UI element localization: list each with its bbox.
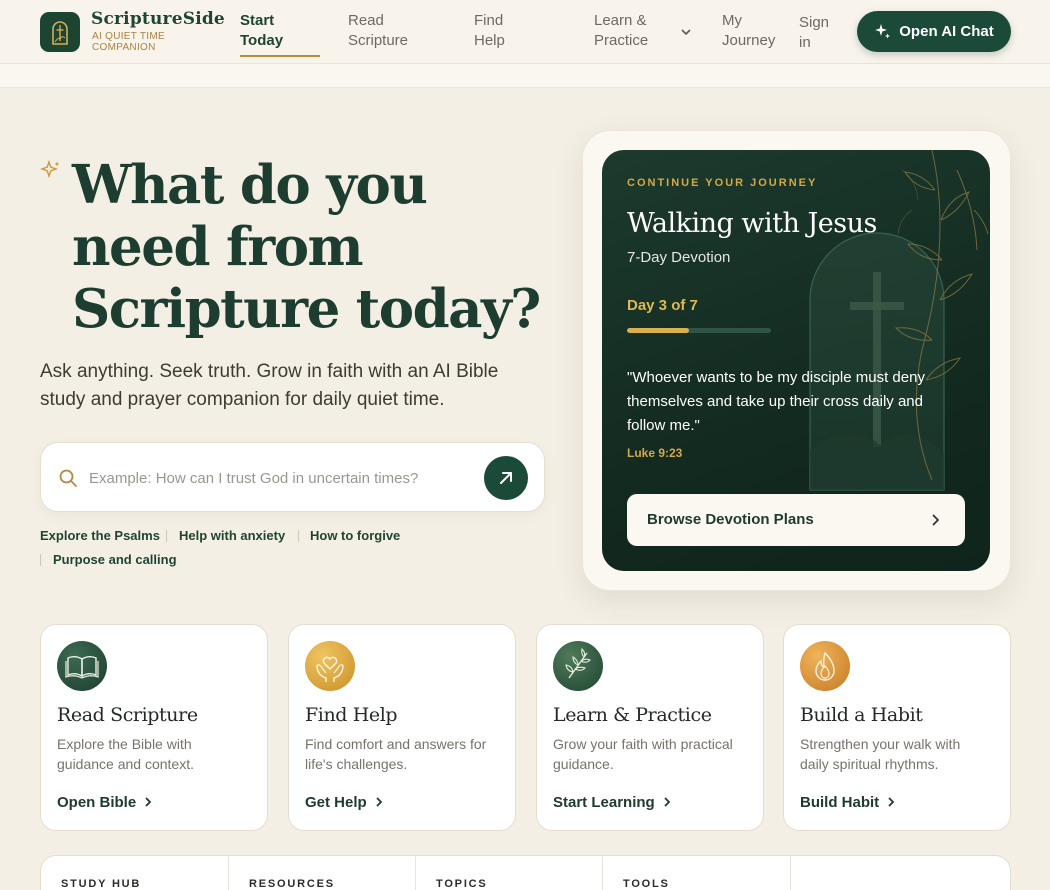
- open-bible-link[interactable]: Open Bible: [57, 794, 152, 811]
- feature-card-description: Grow your faith with practical guidance.: [553, 736, 733, 772]
- sub-navigation-strip: [0, 64, 1050, 88]
- footer-column-resources: RESOURCES: [229, 856, 416, 890]
- build-habit-label: Build Habit: [800, 794, 880, 811]
- feature-card-title: Build a Habit: [800, 704, 923, 726]
- footer-heading-topics[interactable]: TOPICS: [436, 878, 488, 890]
- journey-progress-fill: [627, 328, 689, 333]
- footer-heading-study-hub[interactable]: STUDY HUB: [61, 878, 141, 890]
- search-submit-button[interactable]: [484, 456, 528, 500]
- brand-tagline: AI QUIET TIME COMPANION: [92, 31, 165, 53]
- journey-title: Walking with Jesus: [627, 208, 877, 239]
- open-book-icon: [57, 641, 107, 691]
- browse-devotion-plans-label: Browse Devotion Plans: [647, 511, 814, 528]
- footer-links-panel: STUDY HUB RESOURCES TOPICS TOOLS: [40, 855, 1011, 890]
- feature-card-title: Find Help: [305, 704, 398, 726]
- chip-divider: [166, 530, 167, 542]
- feature-card-read-scripture[interactable]: Read Scripture Explore the Bible with gu…: [40, 624, 268, 831]
- nav-my-journey[interactable]: My Journey: [722, 11, 780, 51]
- get-help-label: Get Help: [305, 794, 367, 811]
- olive-branch-icon: [553, 641, 603, 691]
- journey-day-label: Day 3 of 7: [627, 297, 698, 314]
- journey-subtitle: 7-Day Devotion: [627, 249, 731, 266]
- nav-start-today[interactable]: Start Today: [240, 11, 310, 51]
- sparkle-icon: [875, 24, 891, 39]
- chevron-down-icon[interactable]: [680, 24, 692, 42]
- flame-icon: [800, 641, 850, 691]
- browse-devotion-plans-button[interactable]: Browse Devotion Plans: [627, 494, 965, 546]
- journey-progress-bar: [627, 328, 771, 333]
- open-ai-chat-button[interactable]: Open AI Chat: [857, 11, 1011, 52]
- footer-column-study-hub: STUDY HUB: [41, 856, 229, 890]
- feature-card-description: Strengthen your walk with daily spiritua…: [800, 736, 961, 772]
- journey-eyebrow: CONTINUE YOUR JOURNEY: [627, 177, 818, 189]
- open-ai-chat-label: Open AI Chat: [899, 23, 994, 40]
- suggestion-chip-psalms[interactable]: Explore the Psalms: [40, 528, 160, 543]
- journey-verse-quote: "Whoever wants to be my disciple must de…: [627, 369, 925, 434]
- chip-divider: [298, 530, 299, 542]
- journey-card: CONTINUE YOUR JOURNEY Walking with Jesus…: [602, 150, 990, 571]
- nav-read-scripture[interactable]: Read Scripture: [348, 11, 418, 51]
- chevron-right-icon: [930, 513, 940, 531]
- build-habit-link[interactable]: Build Habit: [800, 794, 895, 811]
- chip-divider: [40, 554, 41, 566]
- chevron-right-icon: [888, 797, 895, 807]
- footer-column-topics: TOPICS: [416, 856, 603, 890]
- feature-card-title: Learn & Practice: [553, 704, 712, 726]
- start-learning-label: Start Learning: [553, 794, 655, 811]
- chevron-right-icon: [664, 797, 670, 807]
- feature-card-build-habit[interactable]: Build a Habit Strengthen your walk with …: [783, 624, 1011, 831]
- chevron-right-icon: [376, 797, 382, 807]
- logo-icon[interactable]: [40, 12, 80, 52]
- suggestion-chip-forgive[interactable]: How to forgive: [310, 528, 400, 543]
- chevron-right-icon: [145, 797, 152, 807]
- suggestion-chip-anxiety[interactable]: Help with anxiety: [179, 528, 285, 543]
- feature-card-description: Find comfort and answers for life's chal…: [305, 736, 487, 772]
- open-bible-label: Open Bible: [57, 794, 137, 811]
- brand-name[interactable]: ScriptureSide: [91, 9, 225, 29]
- hero-subtitle: Ask anything. Seek truth. Grow in faith …: [40, 361, 499, 410]
- nav-learn-practice[interactable]: Learn & Practice: [594, 11, 656, 51]
- feature-card-learn-practice[interactable]: Learn & Practice Grow your faith with pr…: [536, 624, 764, 831]
- feature-card-description: Explore the Bible with guidance and cont…: [57, 736, 194, 772]
- journey-verse-reference: Luke 9:23: [627, 446, 683, 460]
- sparkle-icon: [39, 159, 62, 187]
- feature-card-title: Read Scripture: [57, 704, 198, 726]
- active-nav-indicator: [240, 55, 320, 57]
- search-box: [40, 442, 545, 512]
- start-learning-link[interactable]: Start Learning: [553, 794, 671, 811]
- nav-sign-in[interactable]: Sign in: [799, 13, 835, 53]
- get-help-link[interactable]: Get Help: [305, 794, 383, 811]
- suggestion-chip-purpose[interactable]: Purpose and calling: [53, 552, 177, 567]
- heart-hands-icon: [305, 641, 355, 691]
- footer-heading-resources[interactable]: RESOURCES: [249, 878, 335, 890]
- hero-title: What do you need from Scripture today?: [72, 154, 541, 340]
- nav-find-help[interactable]: Find Help: [474, 11, 524, 51]
- feature-card-find-help[interactable]: Find Help Find comfort and answers for l…: [288, 624, 516, 831]
- arrow-up-right-icon: [500, 472, 512, 484]
- footer-column-tools: TOOLS: [603, 856, 791, 890]
- search-icon: [58, 468, 78, 493]
- footer-heading-tools[interactable]: TOOLS: [623, 878, 670, 890]
- search-input[interactable]: [89, 465, 469, 491]
